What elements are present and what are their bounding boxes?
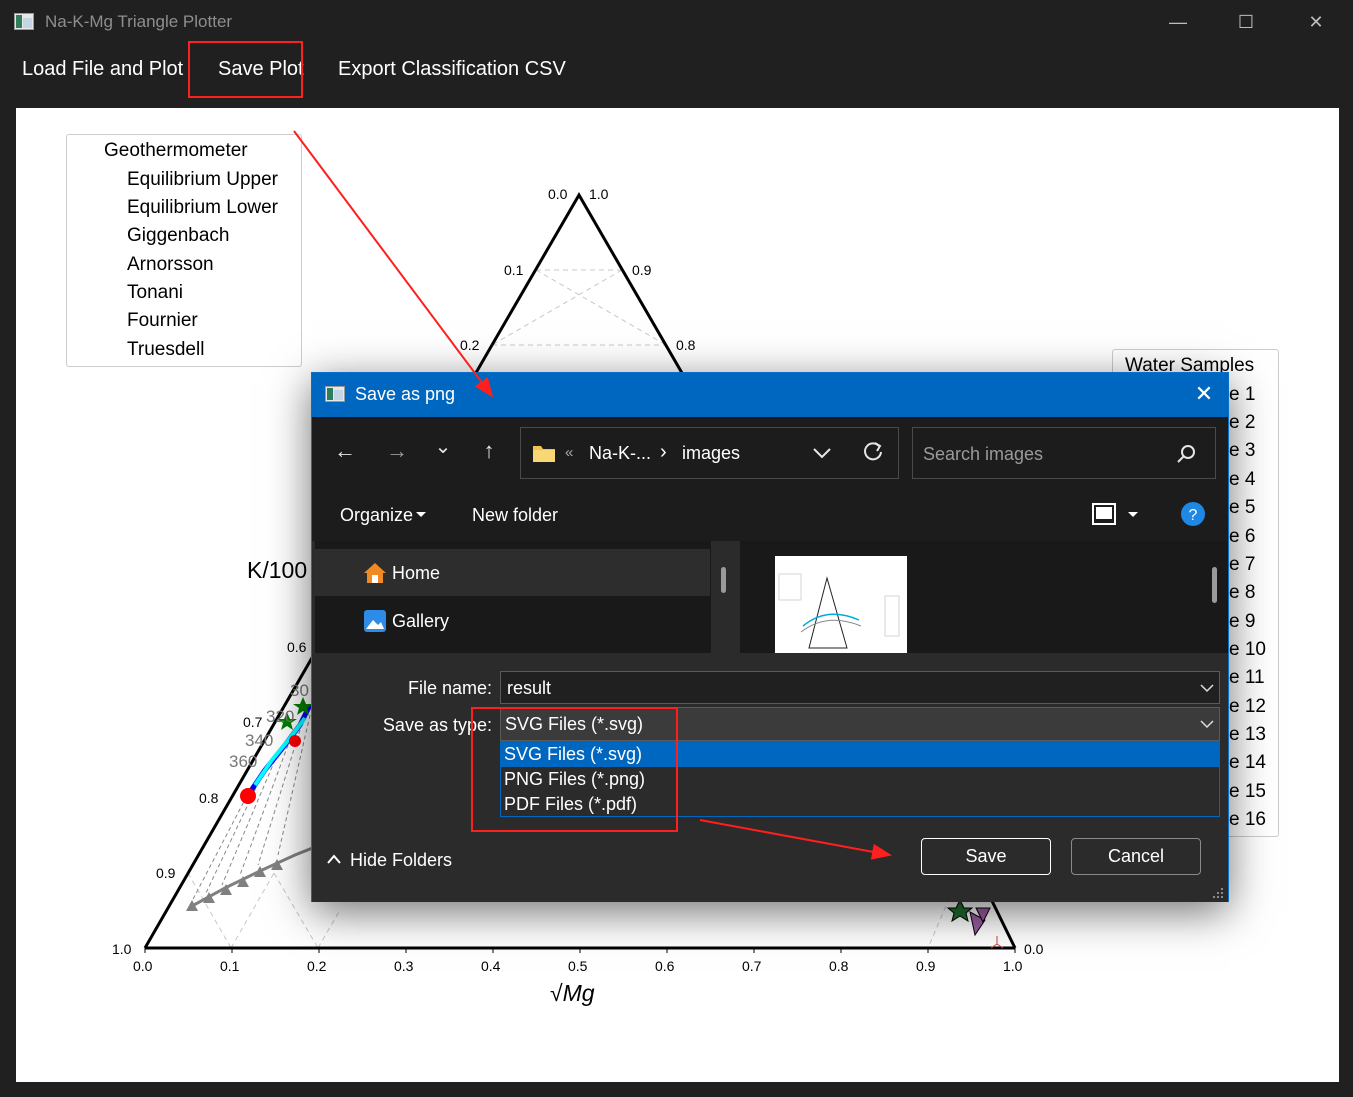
right-tick-label: 0.8 [676,337,696,353]
legend-item: Equilibrium Upper [127,169,279,190]
legend-item: Arnorsson [127,254,214,275]
new-folder-button[interactable]: New folder [472,505,558,526]
forward-button[interactable]: → [382,438,412,464]
nav-pane-scrollbar[interactable] [721,567,726,593]
chevron-up-icon [327,854,341,864]
sample-item: e 5 [1229,497,1256,518]
back-button[interactable]: ← [330,438,360,464]
file-name-input[interactable]: result [500,671,1220,704]
resize-grip-icon[interactable] [1212,887,1224,899]
legend-item: Tonani [127,282,183,303]
arnorsson-marker [240,788,256,804]
left-tick-label: 0.9 [156,865,176,881]
sample-item: e 14 [1229,752,1266,773]
annotation-highlight-box [471,707,678,832]
sample-item: e 7 [1229,554,1256,575]
breadcrumb-item[interactable]: Na-K-... [589,443,651,464]
temperature-label: 320 [266,707,295,726]
dialog-close-button[interactable]: ✕ [1192,381,1216,407]
bottom-tick-label: 1.0 [1003,958,1023,974]
sample-item: e 12 [1229,696,1266,717]
sample-item: e 8 [1229,582,1256,603]
nav-item-label: Home [392,563,441,583]
left-tick-label: 0.1 [504,262,524,278]
dialog-app-icon [325,386,345,402]
bottom-tick-label: 0.0 [133,958,153,974]
chevron-down-icon[interactable] [1199,682,1215,694]
hide-folders-button[interactable]: Hide Folders [350,850,452,871]
bottom-tick-label: 0.9 [916,958,936,974]
truesdell-line [253,716,307,787]
sample-item: e 6 [1229,526,1256,547]
apex-tick-label: 0.0 [548,186,568,202]
file-pane-scrollbar[interactable] [1212,567,1217,603]
gallery-icon [364,610,386,632]
arnorsson-marker [289,735,301,747]
bottom-tick-label: 0.3 [394,958,414,974]
left-tick-label: 0.7 [243,714,263,730]
svg-text:?: ? [1189,507,1198,524]
save-button[interactable]: Save [921,838,1051,875]
left-axis-label: K/100 [247,557,308,583]
search-icon [1177,445,1195,463]
chevron-down-icon[interactable] [812,446,832,460]
sample-item: e 1 [1229,384,1256,405]
refresh-icon[interactable] [862,441,884,463]
right-tick-label: 0.0 [1024,941,1044,957]
sample-item: e 11 [1229,667,1265,688]
legend-item: Fournier [127,310,198,331]
bottom-tick-label: 0.6 [655,958,675,974]
sample-item: e 13 [1229,724,1266,745]
bottom-tick-label: 0.8 [829,958,849,974]
temperature-label: 30 [290,681,309,700]
bottom-tick-label: 0.7 [742,958,762,974]
cancel-button[interactable]: Cancel [1071,838,1201,875]
sample-item: e 4 [1229,469,1256,490]
legend-item: Truesdell [127,339,205,360]
bottom-tick-label: 0.4 [481,958,501,974]
bottom-tick-label: 0.5 [568,958,588,974]
sample-item: e 16 [1229,809,1266,830]
caret-down-icon [416,512,426,517]
right-tick-label: 0.9 [632,262,652,278]
temperature-label: 340 [245,731,274,750]
up-button[interactable]: ↑ [474,438,504,464]
nav-item-label[interactable]: Gallery [392,611,449,632]
sample-item: e 10 [1229,639,1266,660]
triangle-top-edge [490,192,684,374]
sample-item: e 3 [1229,440,1256,461]
file-name-label: File name: [407,678,492,698]
sample-marker [990,936,1004,949]
organize-button[interactable]: Organize [340,505,413,526]
breadcrumb-overflow[interactable]: « [565,444,573,461]
sample-item: e 2 [1229,412,1256,433]
bottom-tick-label: 0.1 [220,958,240,974]
left-tick-label: 1.0 [112,941,132,957]
legend-item: Equilibrium Lower [127,197,279,218]
sample-item: e 15 [1229,781,1266,802]
bottom-tick-label: 0.2 [307,958,327,974]
home-icon [364,563,386,583]
chevron-down-icon[interactable] [1199,718,1215,730]
dialog-title: Save as png [355,384,456,404]
legend-item: Giggenbach [127,225,230,246]
left-tick-label: 0.8 [199,790,219,806]
help-icon[interactable]: ? [1180,501,1206,527]
left-tick-label: 0.6 [287,639,307,655]
view-options-icon[interactable] [1092,502,1142,526]
search-placeholder: Search images [923,444,1044,464]
x-axis-label: √Mg [550,980,595,1006]
sample-marker [946,898,974,923]
thumbnail-preview [778,573,900,649]
breadcrumb-separator: › [660,441,667,463]
apex-tick-label: 1.0 [589,186,609,202]
folder-icon [533,446,555,462]
temperature-label: 360 [229,752,258,771]
command-bar [312,491,1228,541]
breadcrumb-item[interactable]: images [682,443,740,464]
sample-item: e 9 [1229,611,1256,632]
left-tick-label: 0.2 [460,337,480,353]
recent-locations-button[interactable]: ⌄ [428,434,458,459]
legend-title: Geothermometer [104,140,248,161]
